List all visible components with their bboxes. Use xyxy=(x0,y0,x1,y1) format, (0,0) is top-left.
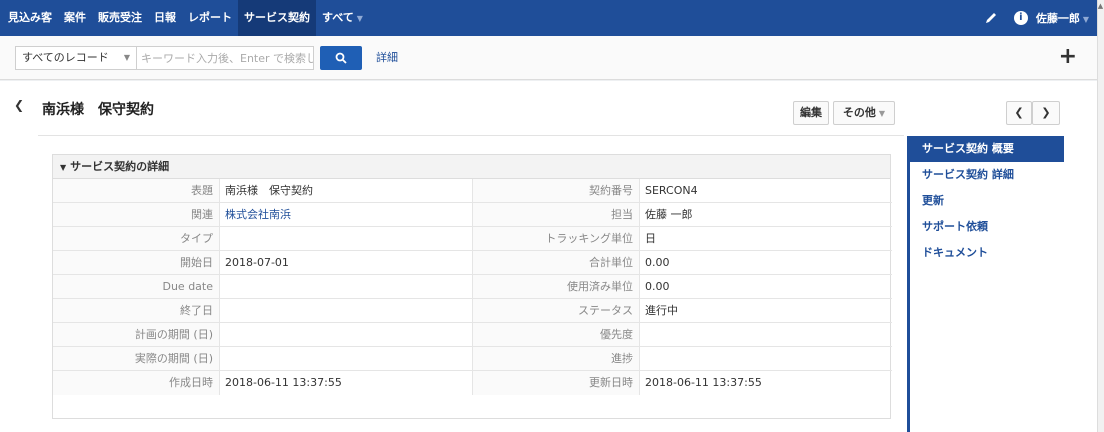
chevron-right-icon: ❯ xyxy=(1041,106,1051,119)
field-label: Due date xyxy=(53,275,220,299)
field-label: 作成日時 xyxy=(53,371,220,395)
field-label: 計画の期間 (日) xyxy=(53,323,220,347)
field-value: 日 xyxy=(640,227,892,251)
side-nav-support-requests[interactable]: サポート依頼 xyxy=(910,214,1064,240)
nav-right-tools: i 佐藤一郎 ▼ xyxy=(976,0,1097,36)
field-value xyxy=(220,275,473,299)
field-label: ステータス xyxy=(473,299,640,323)
field-label: 担当 xyxy=(473,203,640,227)
nav-item-all-label: すべて xyxy=(322,11,354,24)
nav-item-service-contracts[interactable]: サービス契約 xyxy=(238,0,316,36)
field-value: 進行中 xyxy=(640,299,892,323)
field-value xyxy=(640,323,892,347)
search-input[interactable] xyxy=(137,46,314,70)
details-grid: 表題 南浜様 保守契約 契約番号 SERCON4 関連 株式会社南浜 担当 佐藤 一郎 タイ… xyxy=(53,179,892,395)
chevron-down-icon: ▼ xyxy=(1082,15,1089,24)
field-label: 実際の期間 (日) xyxy=(53,347,220,371)
field-label: 関連 xyxy=(53,203,220,227)
field-label: 更新日時 xyxy=(473,371,640,395)
field-value: 株式会社南浜 xyxy=(220,203,473,227)
field-label: 合計単位 xyxy=(473,251,640,275)
field-label: 進捗 xyxy=(473,347,640,371)
field-value xyxy=(220,299,473,323)
panel-title: サービス契約の詳細 xyxy=(70,160,170,173)
field-value xyxy=(220,347,473,371)
page-scrollbar[interactable] xyxy=(1097,0,1104,432)
chevron-down-icon: ▼ xyxy=(123,53,130,62)
side-nav-details[interactable]: サービス契約 詳細 xyxy=(910,162,1064,188)
nav-item-reports[interactable]: レポート xyxy=(182,0,238,36)
contract-details-panel: ▼ サービス契約の詳細 表題 南浜様 保守契約 契約番号 SERCON4 関連 株式会社南… xyxy=(52,154,892,419)
more-actions-label: その他 xyxy=(842,106,876,119)
nav-item-daily-report[interactable]: 日報 xyxy=(148,0,182,36)
search-icon xyxy=(335,52,347,64)
field-label: 優先度 xyxy=(473,323,640,347)
field-value: 0.00 xyxy=(640,275,892,299)
side-nav-documents[interactable]: ドキュメント xyxy=(910,240,1064,266)
field-label: トラッキング単位 xyxy=(473,227,640,251)
side-nav-updates[interactable]: 更新 xyxy=(910,188,1064,214)
info-icon[interactable]: i xyxy=(1013,11,1028,25)
field-value xyxy=(220,323,473,347)
field-label: タイプ xyxy=(53,227,220,251)
field-value: 0.00 xyxy=(640,251,892,275)
advanced-search-link[interactable]: 詳細 xyxy=(376,46,398,70)
field-value: 南浜様 保守契約 xyxy=(220,179,473,203)
more-actions-button[interactable]: その他 ▼ xyxy=(833,101,895,125)
pencil-icon[interactable] xyxy=(984,11,998,25)
record-filter-select[interactable]: すべてのレコード ▼ xyxy=(15,46,137,70)
field-label: 開始日 xyxy=(53,251,220,275)
scroll-up-icon[interactable]: ▲ xyxy=(1097,2,1104,10)
field-value: SERCON4 xyxy=(640,179,892,203)
search-bar: すべてのレコード ▼ 詳細 + xyxy=(0,36,1097,80)
side-nav: サービス契約 概要 サービス契約 詳細 更新 サポート依頼 ドキュメント xyxy=(907,136,1064,432)
nav-item-sales-orders[interactable]: 販売受注 xyxy=(92,0,148,36)
field-label: 契約番号 xyxy=(473,179,640,203)
chevron-left-icon[interactable]: ❮ xyxy=(14,98,24,112)
side-nav-summary[interactable]: サービス契約 概要 xyxy=(910,136,1064,162)
chevron-down-icon: ▼ xyxy=(356,14,363,23)
collapse-triangle-icon: ▼ xyxy=(60,163,67,172)
edit-button[interactable]: 編集 xyxy=(793,101,829,125)
field-value: 2018-06-11 13:37:55 xyxy=(645,376,762,389)
field-value: 佐藤 一郎 xyxy=(640,203,892,227)
page-title: 南浜様 保守契約 xyxy=(42,102,154,118)
field-label: 表題 xyxy=(53,179,220,203)
chevron-down-icon: ▼ xyxy=(878,109,886,118)
field-label: 使用済み単位 xyxy=(473,275,640,299)
prev-record-button[interactable]: ❮ xyxy=(1006,101,1032,125)
add-icon[interactable]: + xyxy=(1059,44,1077,70)
next-record-button[interactable]: ❯ xyxy=(1032,101,1060,125)
field-value: 2018-07-01 xyxy=(220,251,473,275)
user-menu[interactable]: 佐藤一郎 ▼ xyxy=(1036,10,1089,26)
nav-item-all[interactable]: すべて ▼ xyxy=(316,0,369,36)
record-filter-value: すべてのレコード xyxy=(22,51,109,64)
nav-item-leads[interactable]: 見込み客 xyxy=(0,0,58,36)
field-value xyxy=(220,227,473,251)
field-value: 2018-06-11 13:37:55 xyxy=(220,371,473,395)
title-divider xyxy=(38,135,904,136)
top-nav: 見込み客 案件 販売受注 日報 レポート サービス契約 すべて ▼ i 佐藤一郎 ▼ xyxy=(0,0,1097,36)
field-value xyxy=(640,347,892,371)
search-button[interactable] xyxy=(320,46,362,70)
nav-item-deals[interactable]: 案件 xyxy=(58,0,92,36)
related-account-link[interactable]: 株式会社南浜 xyxy=(225,208,291,221)
field-label: 終了日 xyxy=(53,299,220,323)
main-content: ❮ 南浜様 保守契約 編集 その他 ▼ ❮ ❯ サービス契約 概要 サービス契約 … xyxy=(0,81,1097,432)
panel-header[interactable]: ▼ サービス契約の詳細 xyxy=(53,155,890,179)
chevron-left-icon: ❮ xyxy=(1014,106,1024,119)
user-name: 佐藤一郎 xyxy=(1035,12,1080,25)
